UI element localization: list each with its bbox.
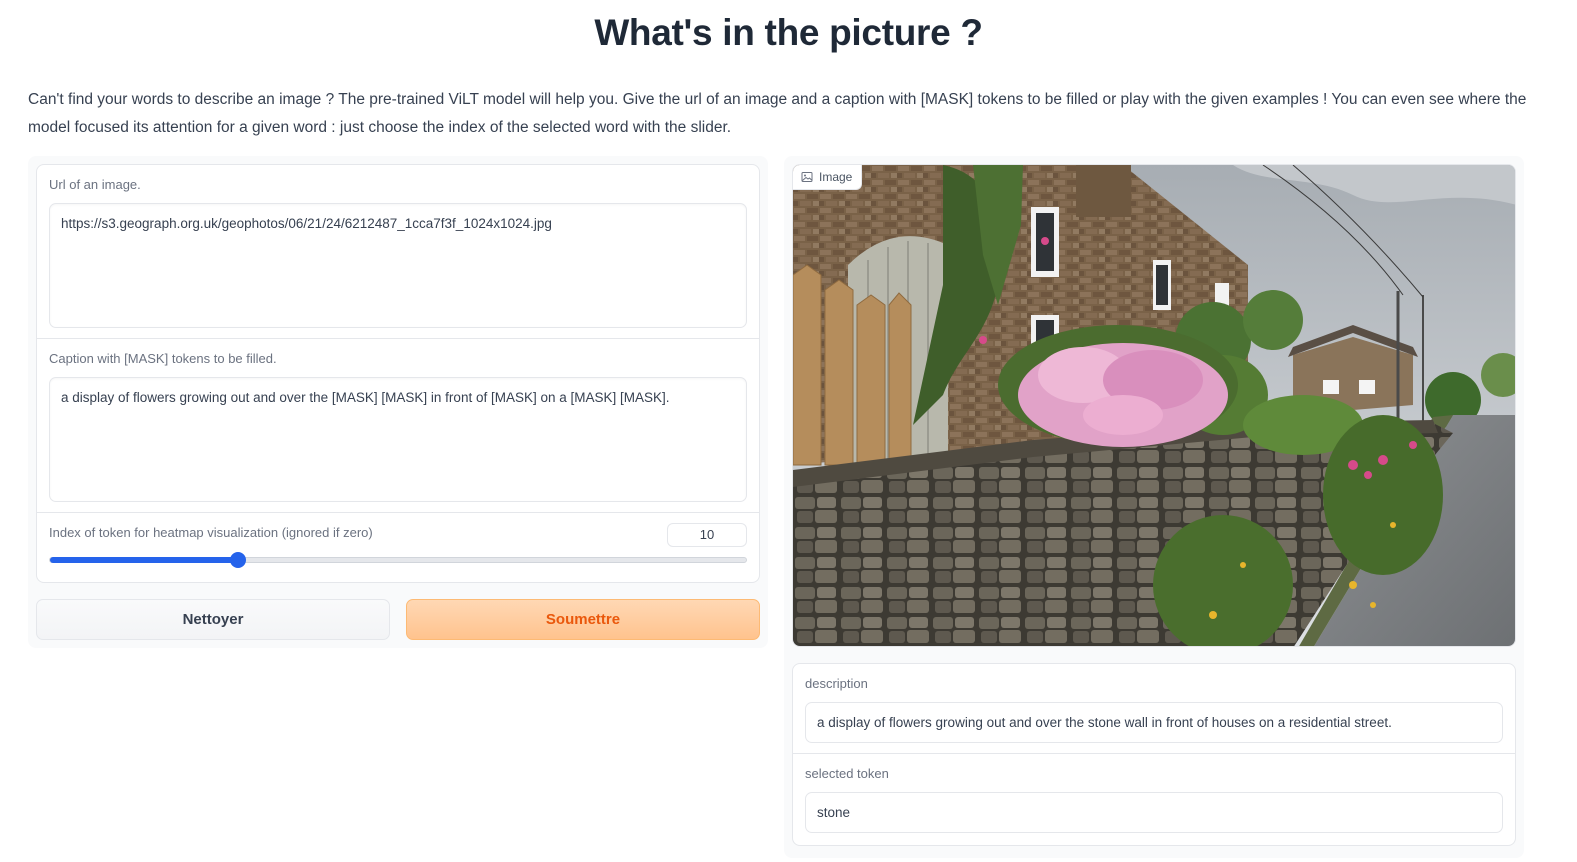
input-panel: Url of an image. https://s3.geograph.org… xyxy=(28,156,768,648)
url-field: Url of an image. https://s3.geograph.org… xyxy=(37,165,759,339)
output-panel: Image description a display of flowers g… xyxy=(784,156,1524,858)
page-title: What's in the picture ? xyxy=(594,12,983,53)
selected-token-label: selected token xyxy=(805,766,889,781)
url-label: Url of an image. xyxy=(49,177,141,192)
token-index-field: Index of token for heatmap visualization… xyxy=(37,513,759,583)
token-index-slider[interactable] xyxy=(49,552,747,568)
caption-field: Caption with [MASK] tokens to be filled.… xyxy=(37,339,759,513)
description-output[interactable]: a display of flowers growing out and ove… xyxy=(805,702,1503,743)
caption-input[interactable]: a display of flowers growing out and ove… xyxy=(49,377,747,502)
output-box: description a display of flowers growing… xyxy=(792,663,1516,846)
token-index-label: Index of token for heatmap visualization… xyxy=(49,525,373,540)
caption-label: Caption with [MASK] tokens to be filled. xyxy=(49,351,277,366)
description-label: description xyxy=(805,676,868,691)
village-photo xyxy=(793,165,1515,646)
image-icon xyxy=(801,172,813,182)
input-form: Url of an image. https://s3.geograph.org… xyxy=(36,164,760,583)
submit-button[interactable]: Soumettre xyxy=(406,599,760,640)
slider-fill xyxy=(50,557,238,563)
image-label-tag: Image xyxy=(793,165,863,190)
intro-text: Can't find your words to describe an ima… xyxy=(28,91,1527,136)
image-label: Image xyxy=(819,169,853,184)
clear-button[interactable]: Nettoyer xyxy=(36,599,390,640)
selected-token-output[interactable]: stone xyxy=(805,792,1503,833)
slider-thumb[interactable] xyxy=(229,552,246,568)
result-image: Image xyxy=(792,164,1516,647)
token-index-number-input[interactable]: 10 xyxy=(667,523,747,547)
selected-token-field: selected token stone xyxy=(793,754,1515,846)
description-field: description a display of flowers growing… xyxy=(793,664,1515,754)
url-input[interactable]: https://s3.geograph.org.uk/geophotos/06/… xyxy=(49,203,747,328)
